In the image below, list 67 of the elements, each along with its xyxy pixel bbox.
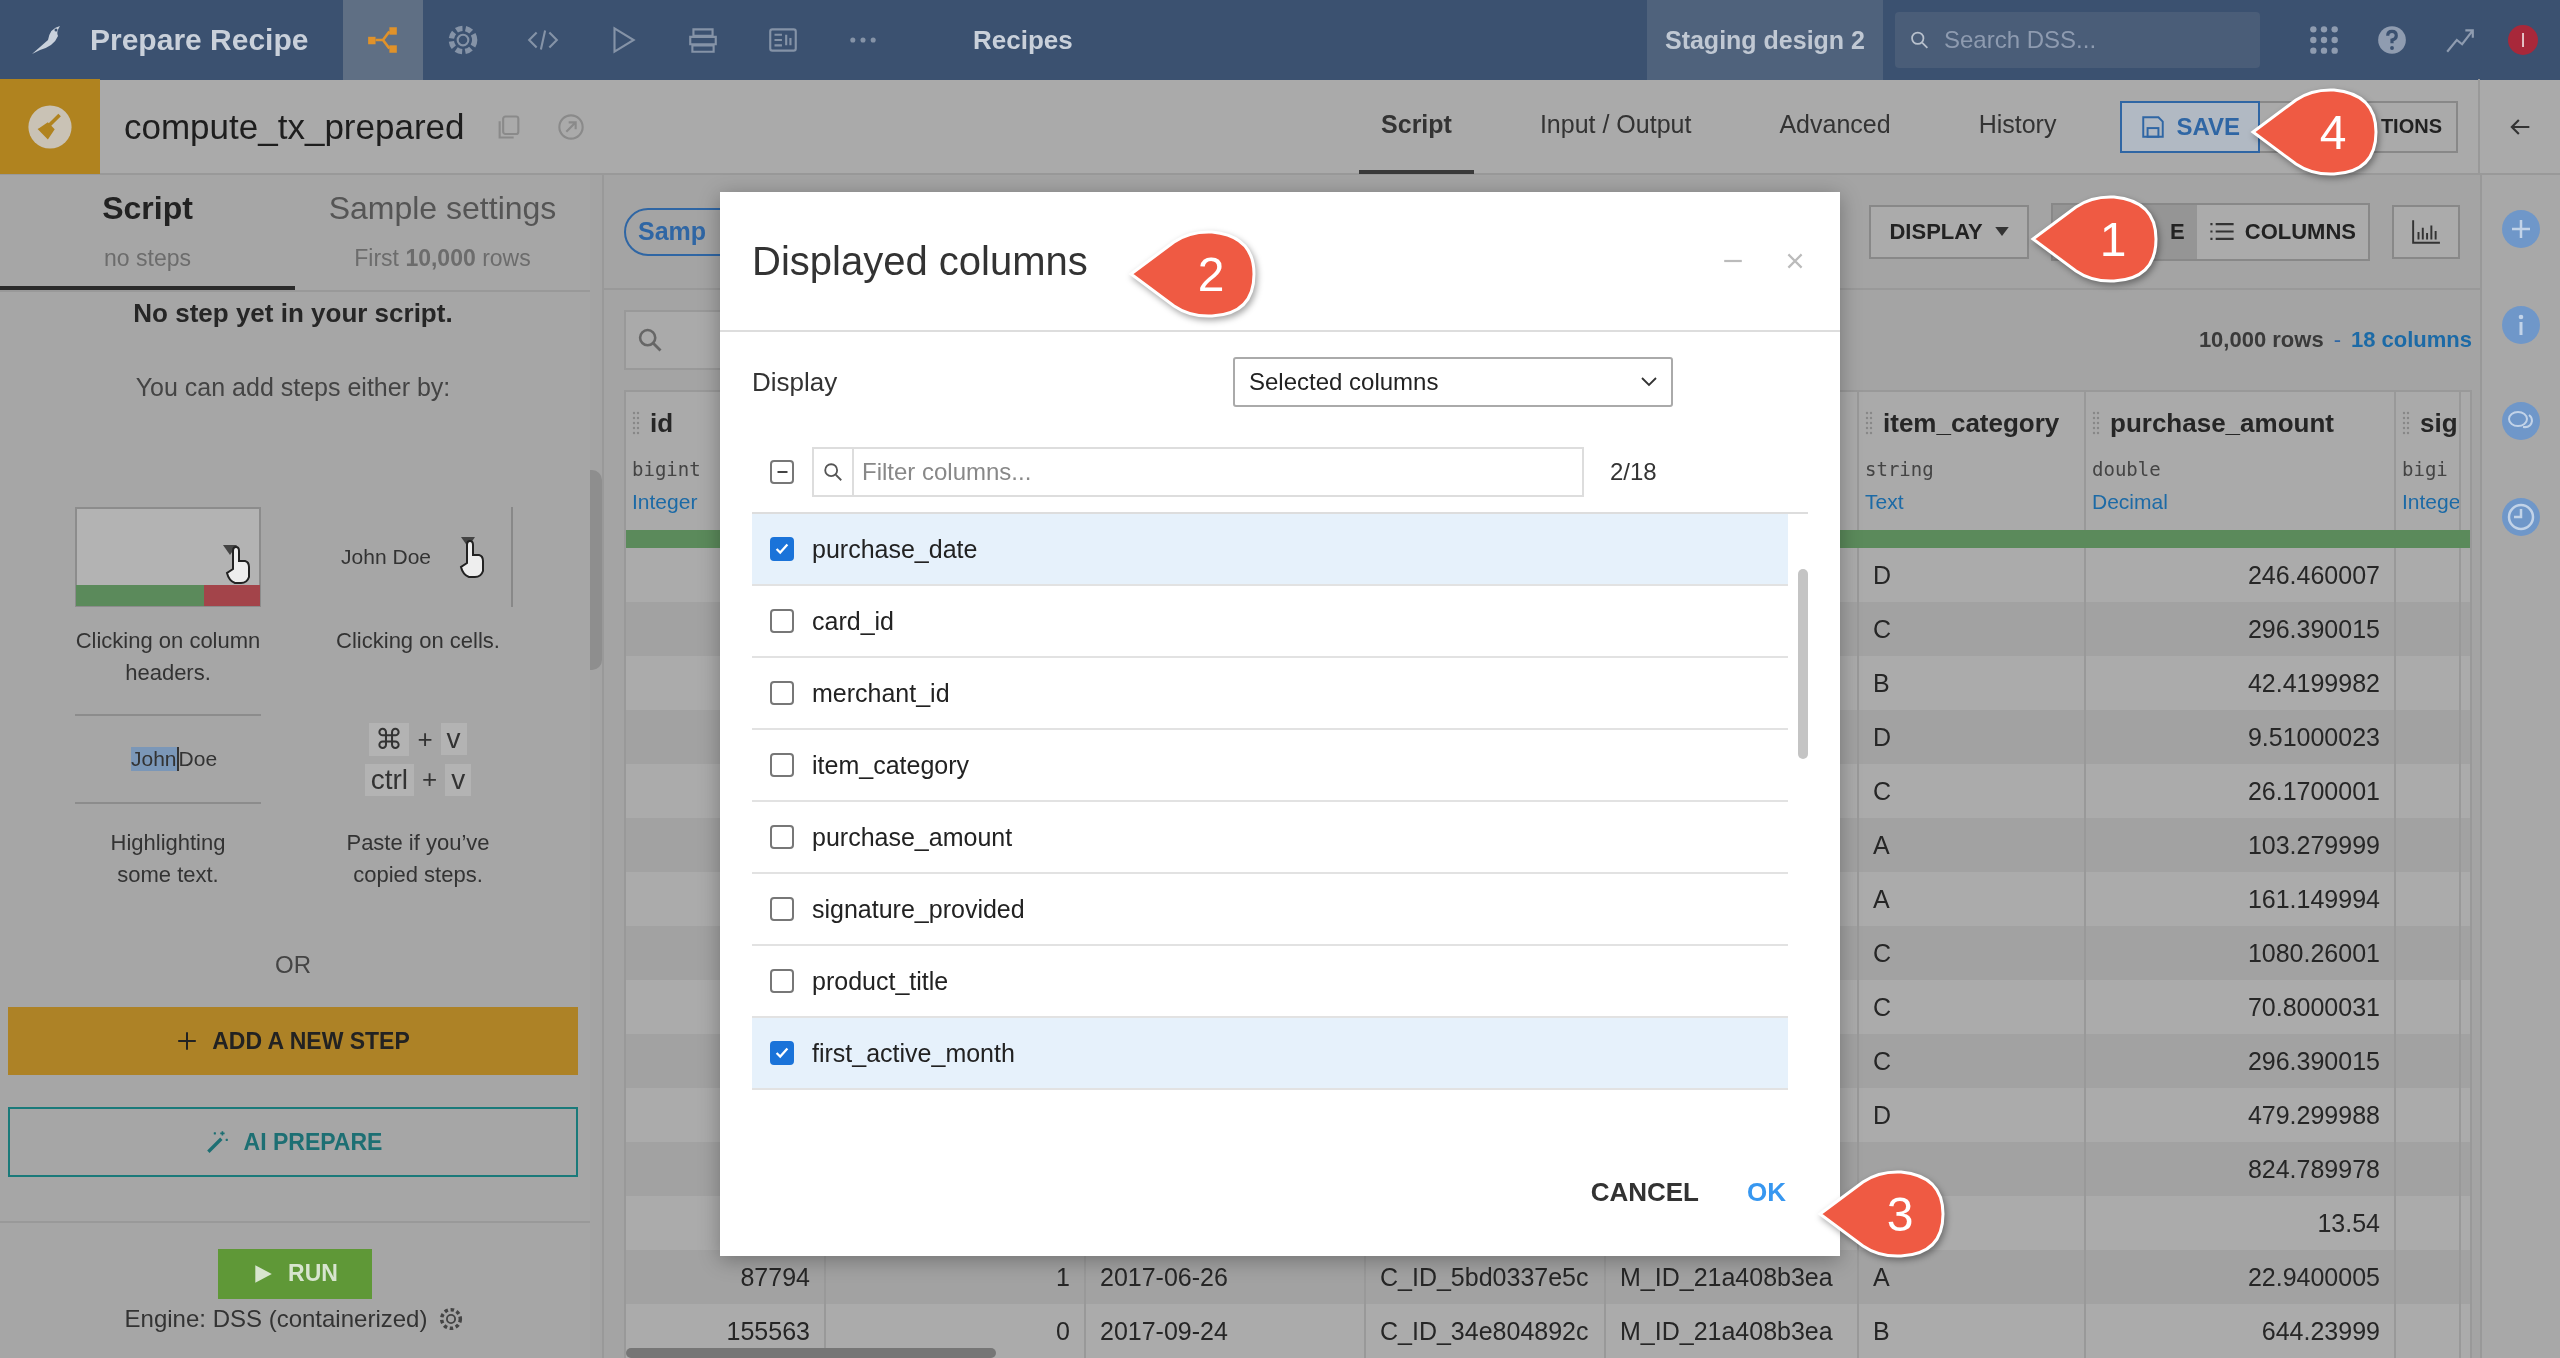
- table-cell: A: [1873, 830, 1890, 860]
- column-storage-type: bigint: [632, 458, 701, 480]
- display-label: Display: [752, 366, 838, 398]
- table-cell: 1080.26001: [2247, 938, 2380, 968]
- table-cell: 824.789978: [2247, 1154, 2380, 1184]
- empty-state-subtitle: You can add steps either by:: [135, 373, 451, 402]
- hint-caption: Paste if you’ve copied steps.: [345, 829, 491, 889]
- step-callout-tooltip: 1: [2030, 193, 2160, 285]
- keyboard-key: ⌘: [369, 722, 410, 756]
- hint-caption: Clicking on column headers.: [74, 627, 262, 687]
- table-cell: 103.279999: [2247, 830, 2380, 860]
- table-cell: 26.1700001: [2247, 776, 2380, 806]
- table-cell: B: [1873, 668, 1890, 698]
- table-cell: 2017-09-24: [1100, 1316, 1228, 1346]
- table-cell: 155563: [726, 1316, 810, 1346]
- column-storage-type: double: [2092, 458, 2161, 480]
- table-cell: 2017-06-26: [1100, 1262, 1228, 1292]
- keyboard-key: v: [440, 723, 467, 755]
- table-cell: 0: [1056, 1316, 1070, 1346]
- keyboard-key: v: [445, 763, 472, 796]
- empty-state-title: No step yet in your script.: [133, 298, 453, 329]
- table-cell: D: [1873, 722, 1892, 752]
- cell-illustration: John Doe: [323, 507, 513, 607]
- table-cell: M_ID_21a408b3ea: [1620, 1262, 1833, 1292]
- hint-caption: Highlighting some text.: [109, 829, 227, 889]
- table-cell: 42.4199982: [2247, 668, 2380, 698]
- table-cell: C_ID_5bd0337e5c: [1380, 1262, 1589, 1292]
- table-cell: 161.149994: [2247, 884, 2380, 914]
- or-separator: OR: [275, 951, 311, 979]
- table-cell: A: [1873, 1262, 1890, 1292]
- text-highlight-illustration: John Doe: [75, 714, 261, 804]
- table-cell: 644.23999: [2261, 1316, 2380, 1346]
- table-cell: 70.8000031: [2247, 992, 2380, 1022]
- keyboard-key: ctrl: [364, 763, 415, 796]
- table-cell: 479.299988: [2247, 1100, 2380, 1130]
- table-cell: C_ID_34e804892c: [1380, 1316, 1589, 1346]
- table-cell: 1: [1056, 1262, 1070, 1292]
- hint-caption: Clicking on cells.: [335, 627, 501, 655]
- table-cell: C: [1873, 614, 1892, 644]
- table-cell: C: [1873, 776, 1892, 806]
- plus-sign: +: [422, 764, 438, 795]
- selected-count: 2/18: [1610, 458, 1657, 486]
- recipe-name: compute_tx_prepared: [124, 106, 465, 147]
- separator-dash: -: [2333, 327, 2341, 353]
- table-cell: C: [1873, 992, 1892, 1022]
- column-storage-type: string: [1865, 458, 1934, 480]
- column-storage-type: bigi: [2402, 458, 2448, 480]
- table-cell: C: [1873, 938, 1892, 968]
- table-cell: D: [1873, 1100, 1892, 1130]
- rows-count: 10,000 rows: [2198, 327, 2324, 353]
- table-cell: 246.460007: [2247, 560, 2380, 590]
- table-cell: C: [1873, 1046, 1892, 1076]
- engine-label: Engine: DSS (containerized): [124, 1304, 428, 1333]
- table-cell: 296.390015: [2247, 614, 2380, 644]
- table-cell: M_ID_21a408b3ea: [1620, 1316, 1833, 1346]
- table-cell: D: [1873, 560, 1892, 590]
- table-cell: 9.51000023: [2247, 722, 2380, 752]
- table-cell: 13.54: [2317, 1208, 2380, 1238]
- table-cell: A: [1873, 884, 1890, 914]
- table-cell: B: [1873, 1316, 1890, 1346]
- dialog-title: Displayed columns: [752, 238, 1088, 284]
- step-callout-tooltip: 4: [2250, 86, 2380, 178]
- plus-sign: +: [417, 723, 433, 755]
- table-cell: 87794: [740, 1262, 810, 1292]
- table-cell: 296.390015: [2247, 1046, 2380, 1076]
- table-cell: 22.9400005: [2247, 1262, 2380, 1292]
- app-title: Prepare Recipe: [90, 23, 309, 57]
